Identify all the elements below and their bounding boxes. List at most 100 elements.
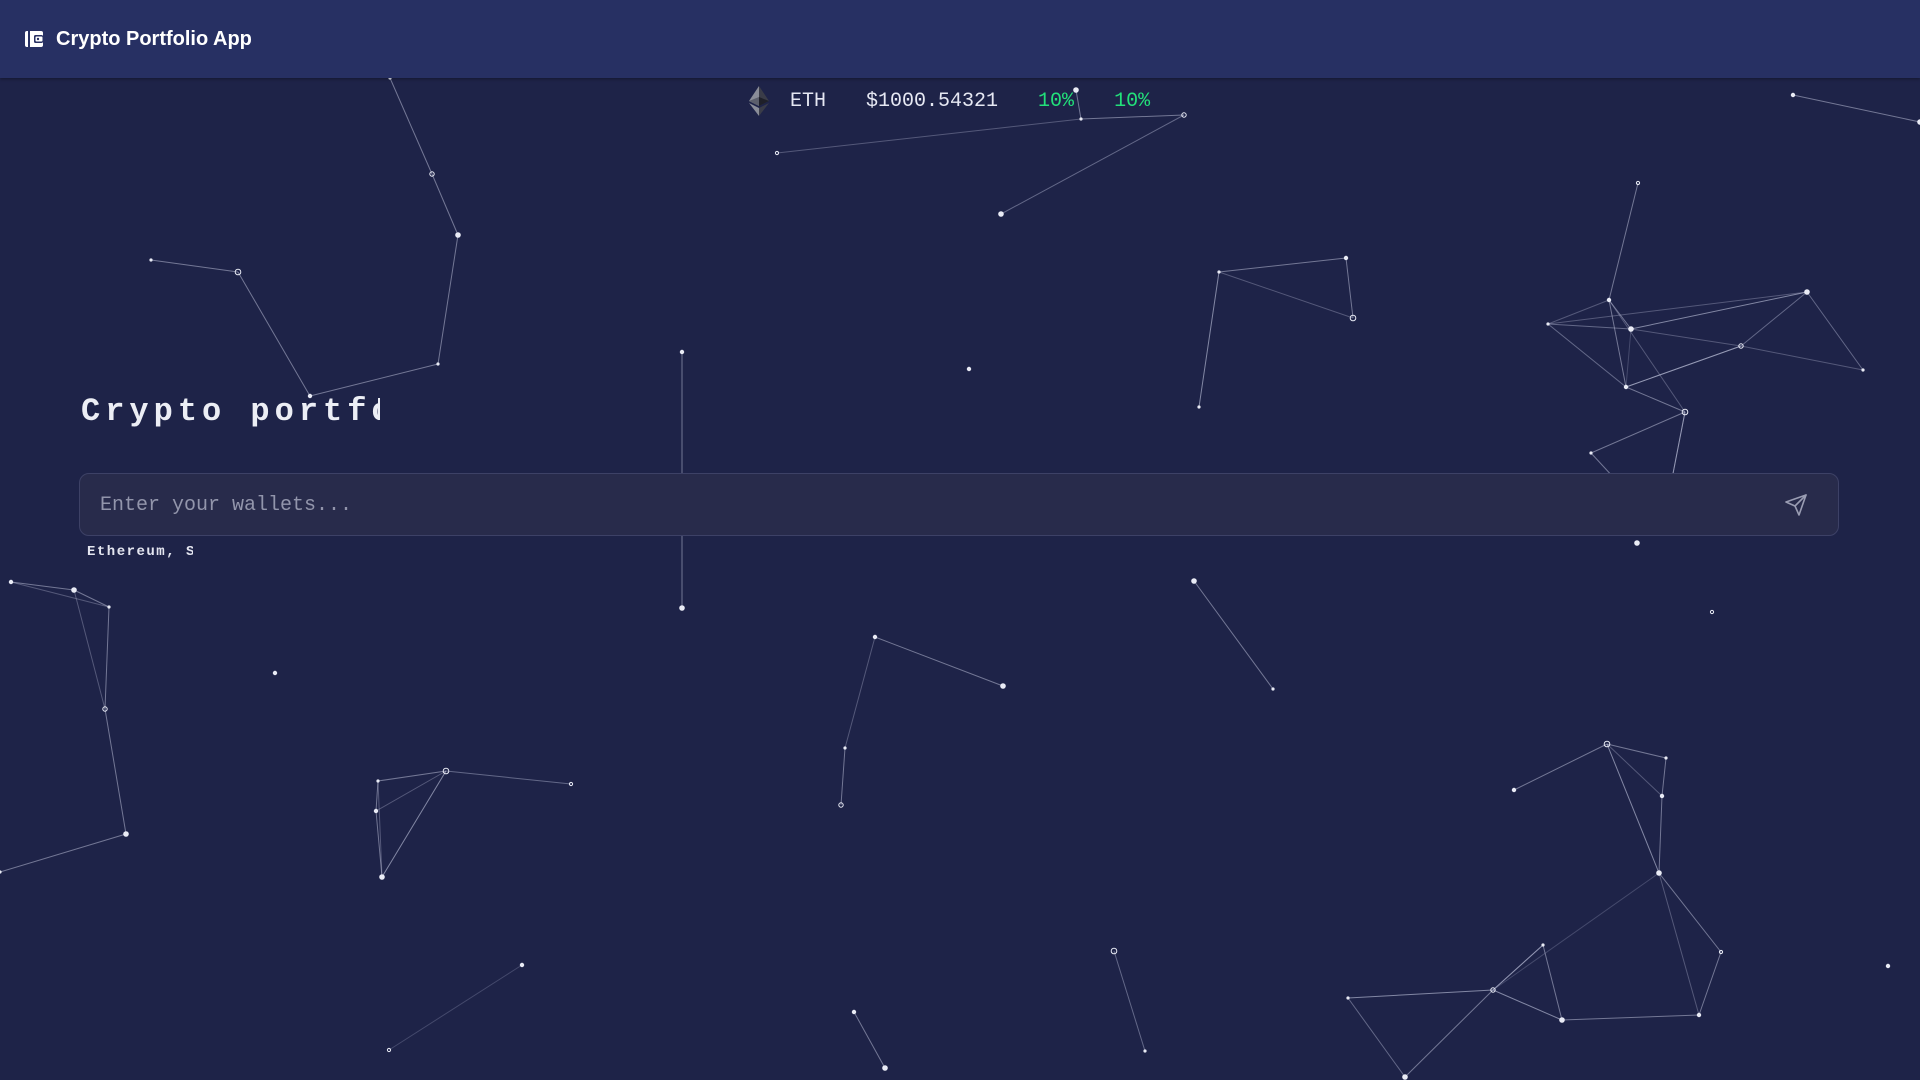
- network-node: [71, 587, 77, 593]
- network-link: [776, 118, 1082, 154]
- ticker-change-2: 10%: [1114, 89, 1151, 113]
- ticker-symbol: ETH: [790, 89, 827, 113]
- typing-cursor: [378, 398, 380, 420]
- network-node: [882, 1065, 888, 1071]
- app-title: Crypto Portfolio App: [56, 27, 252, 50]
- network-node: [1559, 1017, 1565, 1023]
- network-node: [1191, 578, 1197, 584]
- network-link: [1347, 997, 1406, 1078]
- network-link: [1606, 743, 1663, 797]
- network-node: [872, 634, 878, 640]
- network-node: [1589, 451, 1593, 455]
- network-link: [1792, 94, 1920, 123]
- network-node: [843, 746, 847, 750]
- network-node: [1079, 117, 1083, 121]
- network-node: [998, 211, 1004, 217]
- network-node: [1000, 683, 1006, 689]
- network-node: [373, 808, 379, 814]
- network-node: [107, 605, 111, 609]
- network-link: [437, 234, 459, 365]
- app-header: Crypto Portfolio App: [0, 0, 1920, 78]
- network-link: [73, 589, 106, 710]
- network-node: [436, 362, 440, 366]
- wallet-input[interactable]: [98, 474, 1742, 537]
- network-link: [10, 581, 110, 608]
- network-link: [1606, 743, 1667, 759]
- network-link: [375, 770, 447, 812]
- network-node: [1346, 996, 1350, 1000]
- network-node: [679, 605, 685, 611]
- network-link: [1218, 271, 1354, 319]
- wallet-icon: [24, 29, 44, 49]
- wallet-hint: Ethereum, Solana: [87, 544, 193, 560]
- network-node: [1804, 289, 1810, 295]
- network-node: [1861, 368, 1865, 372]
- network-link: [1547, 323, 1627, 388]
- network-node: [519, 962, 525, 968]
- network-link: [1193, 580, 1274, 690]
- network-link: [1198, 271, 1220, 408]
- network-link: [150, 259, 239, 273]
- network-link: [377, 770, 447, 782]
- network-node: [1664, 756, 1668, 760]
- network-link: [1658, 795, 1663, 874]
- network-link: [853, 1011, 886, 1069]
- network-node: [851, 1009, 857, 1015]
- network-link: [73, 589, 110, 608]
- app-page: Crypto Portfolio App ETH $1000.54321 10%…: [0, 0, 1920, 1080]
- network-link: [1218, 257, 1347, 273]
- network-link: [10, 581, 75, 591]
- network-link: [445, 770, 572, 785]
- network-node: [8, 579, 14, 585]
- network-node: [1623, 384, 1629, 390]
- network-link: [377, 780, 383, 878]
- network-node: [1402, 1074, 1408, 1080]
- network-link: [104, 708, 127, 835]
- network-link: [1404, 989, 1494, 1078]
- network-link: [104, 606, 110, 710]
- network-node: [1271, 687, 1275, 691]
- network-node: [1634, 540, 1640, 546]
- network-link: [1625, 345, 1742, 388]
- send-icon[interactable]: [1784, 493, 1808, 517]
- network-node: [1709, 609, 1715, 615]
- network-link: [1492, 989, 1563, 1021]
- network-node: [149, 258, 153, 262]
- network-link: [1606, 743, 1660, 874]
- network-node: [1541, 943, 1545, 947]
- network-node: [376, 779, 380, 783]
- network-node: [679, 349, 685, 355]
- network-node: [966, 366, 972, 372]
- network-node: [1628, 326, 1634, 332]
- network-link: [431, 173, 459, 236]
- network-link: [1698, 951, 1722, 1016]
- network-link: [1345, 257, 1354, 319]
- ticker-price: $1000.54321: [866, 89, 999, 113]
- network-node: [379, 874, 385, 880]
- network-link: [381, 770, 447, 878]
- network-node: [123, 831, 129, 837]
- background-network: [0, 76, 1920, 1080]
- network-link: [1806, 291, 1864, 371]
- network-link: [1492, 944, 1544, 991]
- network-node: [1885, 963, 1891, 969]
- ticker-change-1: 10%: [1038, 89, 1075, 113]
- network-link: [1347, 989, 1494, 999]
- network-link: [1658, 872, 1700, 1016]
- network-node: [1656, 870, 1662, 876]
- network-link: [389, 77, 433, 175]
- network-link: [1113, 950, 1146, 1052]
- network-link: [1492, 872, 1660, 991]
- network-link: [0, 833, 127, 873]
- network-link: [1661, 757, 1667, 797]
- network-link: [840, 747, 846, 806]
- network-node: [1343, 255, 1349, 261]
- network-link: [1625, 328, 1632, 388]
- wallet-input-container: [79, 473, 1839, 537]
- network-link: [388, 964, 523, 1051]
- network-node: [1790, 92, 1796, 98]
- network-node: [1511, 787, 1517, 793]
- network-node: [1546, 322, 1550, 326]
- network-node: [0, 870, 2, 874]
- price-ticker: ETH $1000.54321 10% 10%: [748, 85, 1150, 117]
